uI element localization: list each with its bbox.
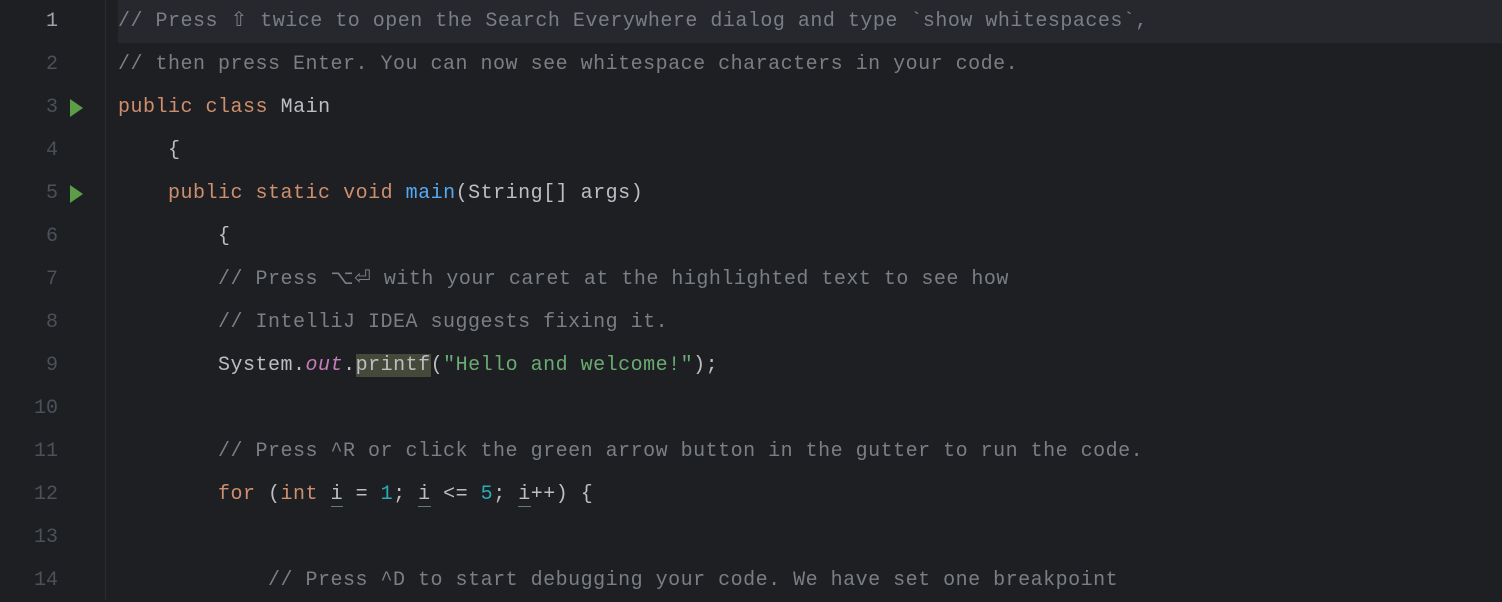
close: ++) { — [531, 483, 594, 506]
keyword: class — [206, 96, 269, 119]
code-line[interactable] — [118, 387, 1502, 430]
gutter-row[interactable]: 6 — [0, 215, 106, 258]
type: String — [468, 182, 543, 205]
code-line[interactable]: System.out.printf("Hello and welcome!"); — [118, 344, 1502, 387]
paren: ( — [456, 182, 469, 205]
variable: i — [418, 483, 431, 507]
code-line[interactable]: // Press ^D to start debugging your code… — [118, 559, 1502, 602]
gutter-row[interactable]: 3 — [0, 86, 106, 129]
run-icon[interactable] — [70, 185, 83, 203]
line-number: 4 — [0, 129, 58, 172]
variable: i — [518, 483, 531, 507]
line-number: 1 — [0, 0, 58, 43]
comment-text: // Press ^D to start debugging your code… — [268, 569, 1118, 592]
gutter-row[interactable]: 2 — [0, 43, 106, 86]
class-name: Main — [281, 96, 331, 119]
indent — [118, 182, 168, 205]
code-area[interactable]: // Press ⇧ twice to open the Search Ever… — [106, 0, 1502, 600]
gutter-row[interactable]: 1 — [0, 0, 106, 43]
gutter-row[interactable]: 5 — [0, 172, 106, 215]
field-ref: out — [306, 354, 344, 377]
gutter-row[interactable]: 8 — [0, 301, 106, 344]
line-number: 9 — [0, 344, 58, 387]
semi: ; — [493, 483, 518, 506]
dot: . — [343, 354, 356, 377]
keyword: public — [168, 182, 243, 205]
run-icon[interactable] — [70, 99, 83, 117]
code-line[interactable]: { — [118, 129, 1502, 172]
line-number: 8 — [0, 301, 58, 344]
line-number: 10 — [0, 387, 58, 430]
line-number: 13 — [0, 516, 58, 559]
variable: i — [331, 483, 344, 507]
space — [318, 483, 331, 506]
comment-text: // Press ⌥⏎ with your caret at the highl… — [218, 268, 1009, 291]
close: ); — [693, 354, 718, 377]
line-number: 2 — [0, 43, 58, 86]
paren: ) — [631, 182, 644, 205]
brace: { — [168, 139, 181, 162]
gutter-row[interactable]: 11 — [0, 430, 106, 473]
paren: ( — [431, 354, 444, 377]
brace: { — [218, 225, 231, 248]
line-number: 5 — [0, 172, 58, 215]
class-ref: System — [218, 354, 293, 377]
line-number: 14 — [0, 559, 58, 602]
method-name: main — [406, 182, 456, 205]
code-line[interactable]: for (int i = 1; i <= 5; i++) { — [118, 473, 1502, 516]
comment-text: // Press ^R or click the green arrow but… — [218, 440, 1143, 463]
keyword: void — [343, 182, 393, 205]
assign: = — [343, 483, 381, 506]
indent — [118, 354, 218, 377]
gutter-row[interactable]: 12 — [0, 473, 106, 516]
number-literal: 5 — [481, 483, 494, 506]
line-number: 6 — [0, 215, 58, 258]
comment-text: // Press ⇧ twice to open the Search Ever… — [118, 10, 1148, 33]
gutter-row[interactable]: 4 — [0, 129, 106, 172]
op: <= — [431, 483, 481, 506]
comment-text: // IntelliJ IDEA suggests fixing it. — [218, 311, 668, 334]
gutter-row[interactable]: 10 — [0, 387, 106, 430]
code-editor[interactable]: 1 2 3 4 5 6 7 8 9 10 11 — [0, 0, 1502, 600]
keyword: int — [281, 483, 319, 506]
keyword: static — [256, 182, 331, 205]
indent — [118, 440, 218, 463]
line-number: 7 — [0, 258, 58, 301]
comment-text: // then press Enter. You can now see whi… — [118, 53, 1018, 76]
param: args — [568, 182, 631, 205]
highlighted-method: printf — [356, 354, 431, 377]
gutter-row[interactable]: 9 — [0, 344, 106, 387]
line-number: 12 — [0, 473, 58, 516]
dot: . — [293, 354, 306, 377]
code-line[interactable]: // Press ⇧ twice to open the Search Ever… — [118, 0, 1502, 43]
indent — [118, 268, 218, 291]
keyword: public — [118, 96, 193, 119]
indent — [118, 139, 168, 162]
code-line[interactable] — [118, 516, 1502, 559]
gutter-row[interactable]: 14 — [0, 559, 106, 602]
gutter-row[interactable]: 7 — [0, 258, 106, 301]
code-line[interactable]: public static void main(String[] args) — [118, 172, 1502, 215]
gutter: 1 2 3 4 5 6 7 8 9 10 11 — [0, 0, 106, 600]
semi: ; — [393, 483, 418, 506]
number-literal: 1 — [381, 483, 394, 506]
gutter-row[interactable]: 13 — [0, 516, 106, 559]
indent — [118, 483, 218, 506]
indent — [118, 569, 268, 592]
paren: ( — [256, 483, 281, 506]
brackets: [] — [543, 182, 568, 205]
keyword: for — [218, 483, 256, 506]
code-line[interactable]: // Press ⌥⏎ with your caret at the highl… — [118, 258, 1502, 301]
line-number: 3 — [0, 86, 58, 129]
code-line[interactable]: public class Main — [118, 86, 1502, 129]
indent — [118, 311, 218, 334]
code-line[interactable]: // then press Enter. You can now see whi… — [118, 43, 1502, 86]
code-line[interactable]: // Press ^R or click the green arrow but… — [118, 430, 1502, 473]
indent — [118, 225, 218, 248]
line-number: 11 — [0, 430, 58, 473]
string-literal: "Hello and welcome!" — [443, 354, 693, 377]
code-line[interactable]: // IntelliJ IDEA suggests fixing it. — [118, 301, 1502, 344]
code-line[interactable]: { — [118, 215, 1502, 258]
